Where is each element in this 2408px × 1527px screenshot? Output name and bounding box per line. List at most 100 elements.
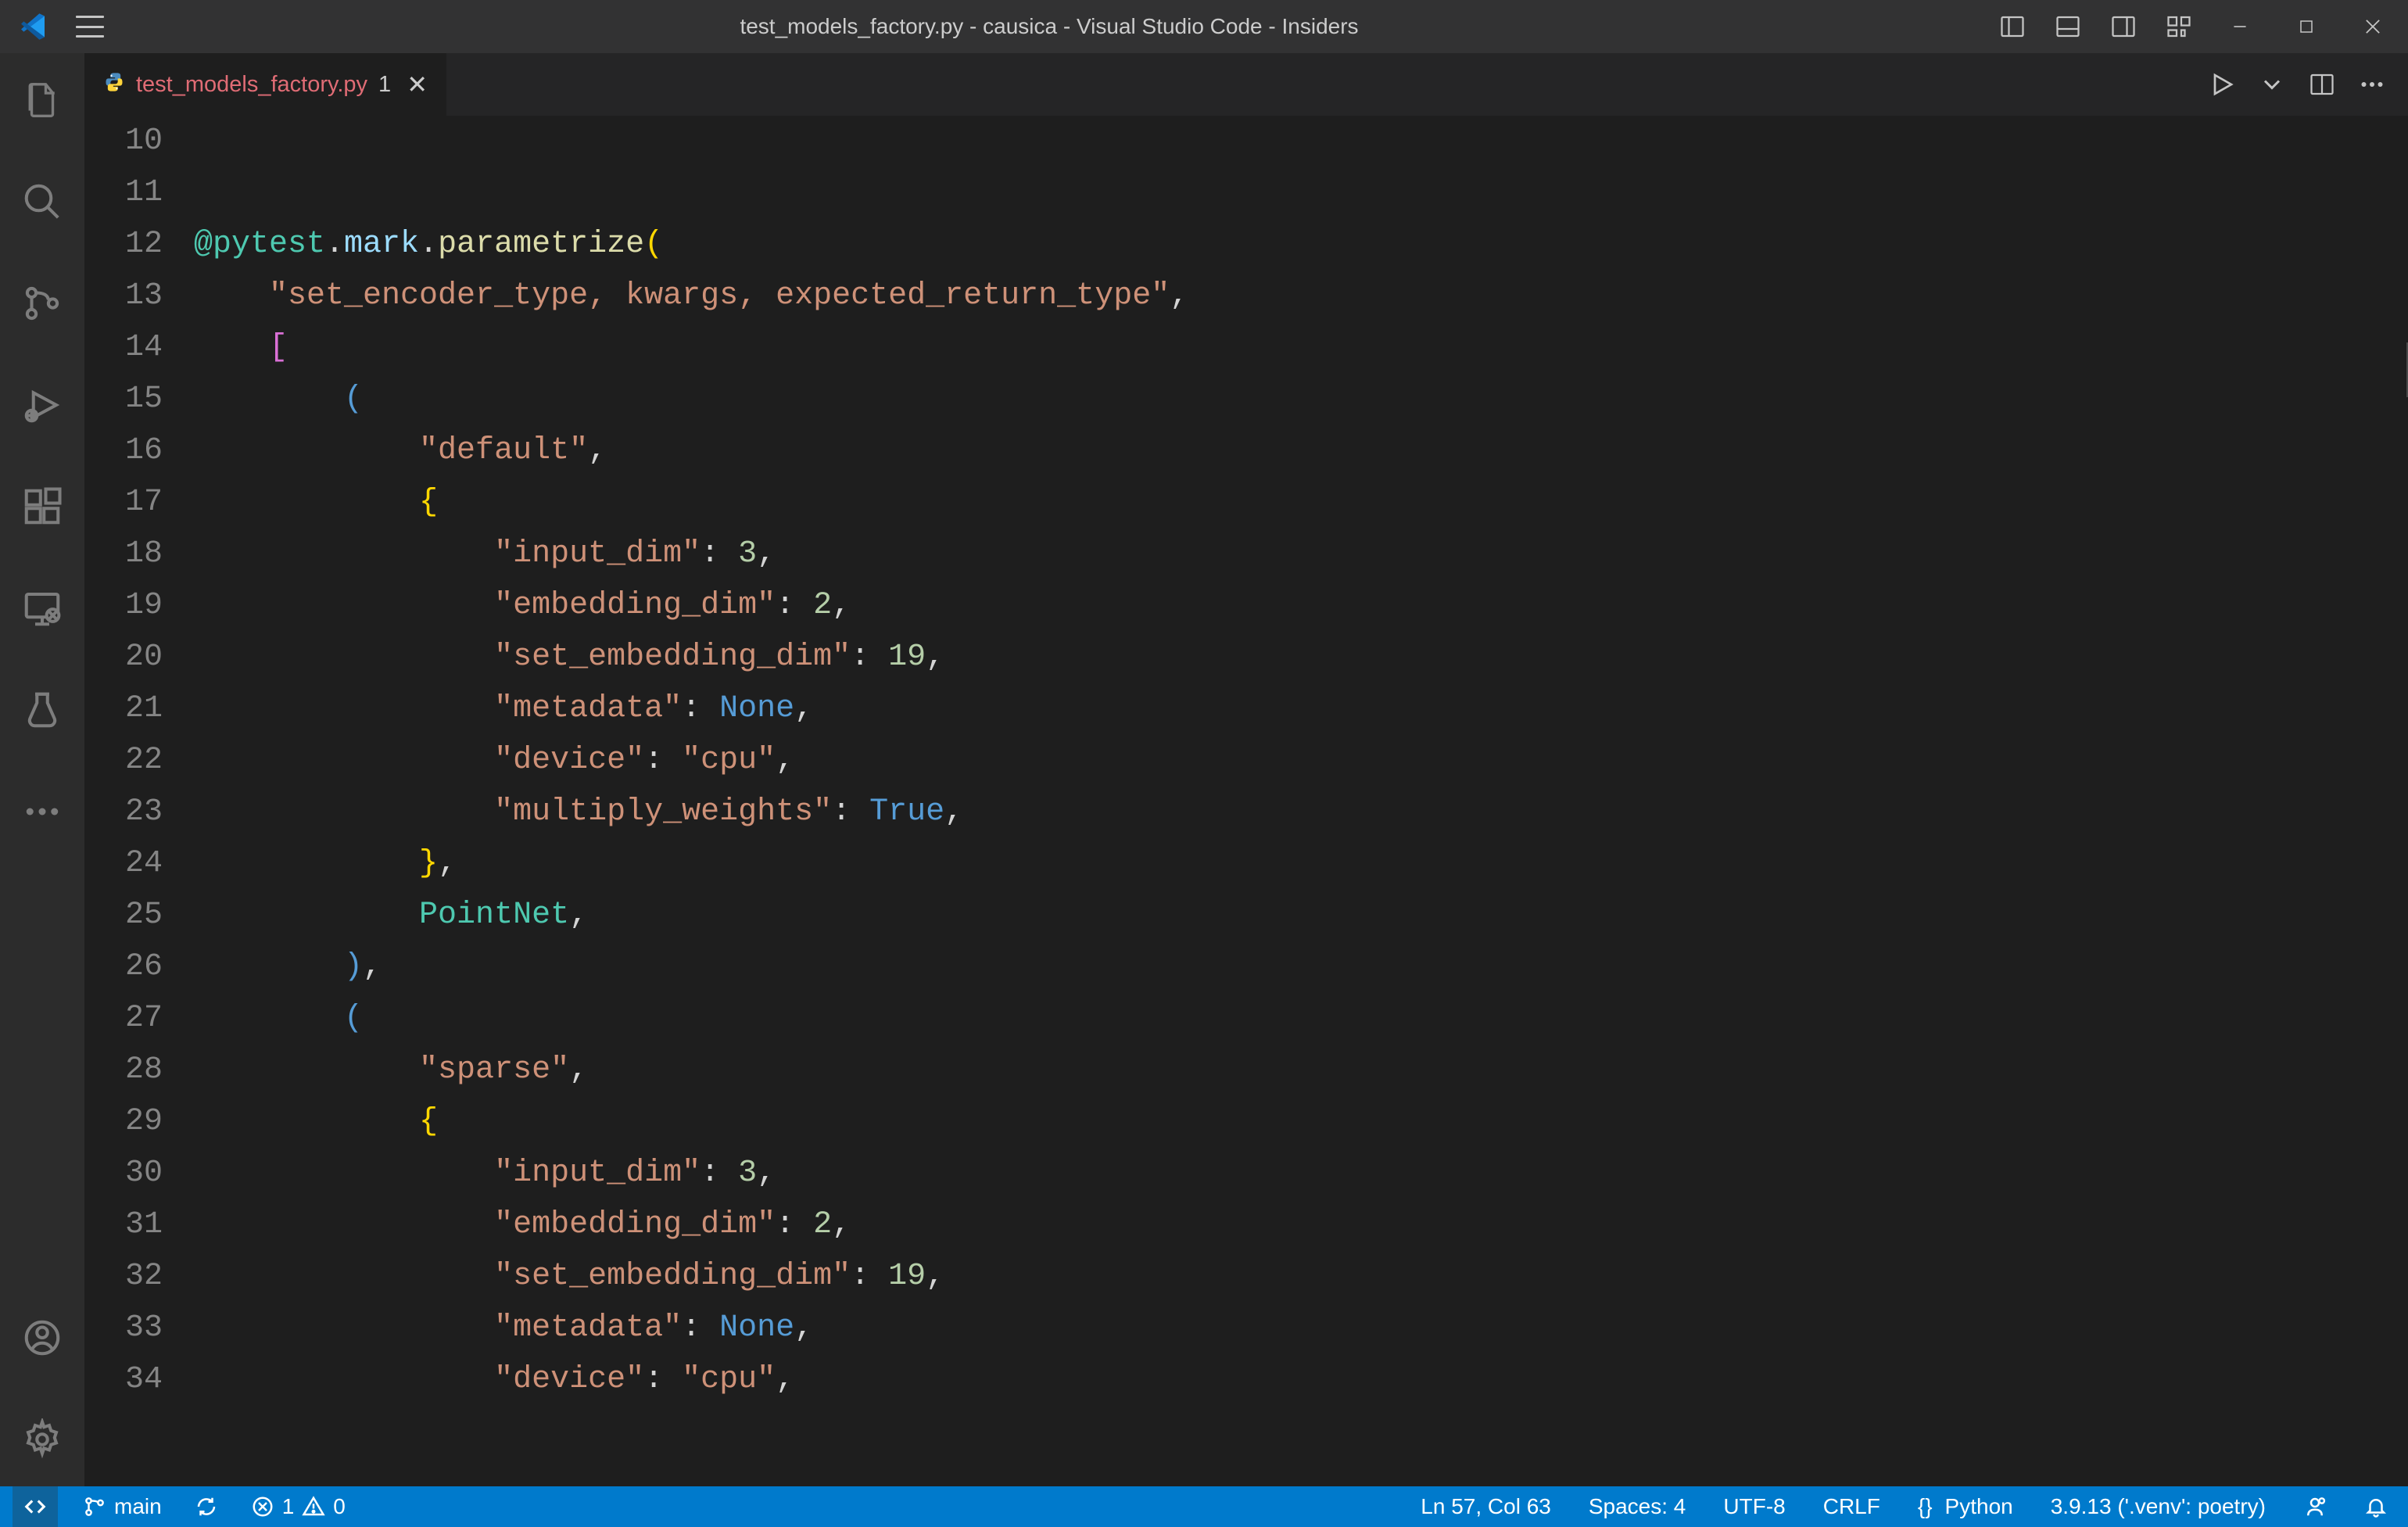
vscode-logo-icon: [17, 11, 48, 42]
line-number: 30: [84, 1148, 163, 1199]
code-line[interactable]: "metadata": None,: [194, 1303, 2259, 1354]
line-number: 10: [84, 116, 163, 167]
run-debug-icon[interactable]: [0, 366, 84, 444]
line-number: 21: [84, 683, 163, 735]
line-number: 31: [84, 1199, 163, 1251]
python-file-icon: [103, 71, 125, 99]
code-area[interactable]: 1011121314151617181920212223242526272829…: [84, 116, 2259, 1486]
code-line[interactable]: "set_embedding_dim": 19,: [194, 1251, 2259, 1303]
tab-active[interactable]: test_models_factory.py 1 ✕: [84, 53, 447, 116]
status-left: main 1 0: [13, 1486, 353, 1527]
code-line[interactable]: "device": "cpu",: [194, 735, 2259, 787]
line-number: 12: [84, 219, 163, 271]
code-line[interactable]: "input_dim": 3,: [194, 1148, 2259, 1199]
status-feedback-icon[interactable]: [2295, 1486, 2335, 1527]
status-eol[interactable]: CRLF: [1815, 1486, 1888, 1527]
layout-left-icon[interactable]: [1994, 9, 2030, 45]
code-line[interactable]: {: [194, 477, 2259, 529]
code-line[interactable]: "metadata": None,: [194, 683, 2259, 735]
editor-more-icon[interactable]: [2358, 70, 2386, 99]
line-number: 34: [84, 1354, 163, 1406]
menu-icon[interactable]: [76, 16, 104, 38]
more-icon[interactable]: [0, 772, 84, 851]
title-bar: test_models_factory.py - causica - Visua…: [0, 0, 2408, 53]
line-number: 28: [84, 1045, 163, 1096]
remote-indicator-icon[interactable]: [13, 1486, 58, 1527]
code-line[interactable]: {: [194, 1096, 2259, 1148]
line-number: 13: [84, 271, 163, 322]
split-editor-icon[interactable]: [2308, 70, 2336, 99]
tabs-bar: test_models_factory.py 1 ✕: [84, 53, 2408, 116]
window-maximize-icon[interactable]: [2283, 7, 2330, 46]
status-bar: main 1 0 Ln 57, Col 63 Spaces: 4 UTF-8 C…: [0, 1486, 2408, 1527]
line-number-gutter: 1011121314151617181920212223242526272829…: [84, 116, 194, 1486]
code-content[interactable]: @pytest.mark.parametrize( "set_encoder_t…: [194, 116, 2259, 1486]
remote-explorer-icon[interactable]: [0, 569, 84, 647]
line-number: 24: [84, 838, 163, 890]
tab-close-icon[interactable]: ✕: [407, 70, 428, 99]
main-container: test_models_factory.py 1 ✕: [0, 53, 2408, 1486]
tab-filename: test_models_factory.py: [136, 72, 367, 98]
status-cursor[interactable]: Ln 57, Col 63: [1413, 1486, 1559, 1527]
code-line[interactable]: "embedding_dim": 2,: [194, 580, 2259, 632]
code-line[interactable]: [194, 116, 2259, 167]
run-dropdown-icon[interactable]: [2258, 70, 2286, 99]
status-sync-icon[interactable]: [187, 1486, 226, 1527]
status-spaces[interactable]: Spaces: 4: [1581, 1486, 1694, 1527]
code-line[interactable]: "input_dim": 3,: [194, 529, 2259, 580]
code-line[interactable]: @pytest.mark.parametrize(: [194, 219, 2259, 271]
title-bar-left: [8, 11, 104, 42]
code-line[interactable]: ),: [194, 941, 2259, 993]
line-number: 27: [84, 993, 163, 1045]
editor-container: test_models_factory.py 1 ✕: [84, 53, 2408, 1486]
code-line[interactable]: [194, 167, 2259, 219]
extensions-icon[interactable]: [0, 468, 84, 546]
line-number: 22: [84, 735, 163, 787]
code-line[interactable]: [: [194, 322, 2259, 374]
tabs-left: test_models_factory.py 1 ✕: [84, 53, 447, 116]
line-number: 17: [84, 477, 163, 529]
status-encoding[interactable]: UTF-8: [1715, 1486, 1793, 1527]
code-line[interactable]: "multiply_weights": True,: [194, 787, 2259, 838]
layout-customize-icon[interactable]: [2161, 9, 2197, 45]
status-language[interactable]: {} Python: [1910, 1486, 2021, 1527]
settings-gear-icon[interactable]: [0, 1400, 84, 1479]
status-errors-count: 1: [282, 1494, 295, 1519]
line-number: 20: [84, 632, 163, 683]
code-line[interactable]: "device": "cpu",: [194, 1354, 2259, 1406]
window-close-icon[interactable]: [2349, 7, 2396, 46]
code-line[interactable]: (: [194, 993, 2259, 1045]
line-number: 19: [84, 580, 163, 632]
testing-icon[interactable]: [0, 671, 84, 749]
status-right: Ln 57, Col 63 Spaces: 4 UTF-8 CRLF {} Py…: [1413, 1486, 2395, 1527]
code-line[interactable]: },: [194, 838, 2259, 890]
explorer-icon[interactable]: [0, 61, 84, 139]
minimap[interactable]: [2259, 116, 2408, 1486]
code-line[interactable]: PointNet,: [194, 890, 2259, 941]
status-interpreter[interactable]: 3.9.13 ('.venv': poetry): [2043, 1486, 2274, 1527]
source-control-icon[interactable]: [0, 264, 84, 342]
line-number: 16: [84, 425, 163, 477]
code-line[interactable]: "sparse",: [194, 1045, 2259, 1096]
line-number: 29: [84, 1096, 163, 1148]
status-warnings-count: 0: [333, 1494, 346, 1519]
search-icon[interactable]: [0, 163, 84, 241]
status-branch[interactable]: main: [75, 1486, 170, 1527]
status-problems[interactable]: 1 0: [243, 1486, 353, 1527]
editor-area: 1011121314151617181920212223242526272829…: [84, 116, 2408, 1486]
activity-bar-top: [0, 61, 84, 851]
window-title: test_models_factory.py - causica - Visua…: [104, 14, 1994, 39]
run-file-icon[interactable]: [2208, 70, 2236, 99]
code-line[interactable]: "set_embedding_dim": 19,: [194, 632, 2259, 683]
window-minimize-icon[interactable]: [2216, 7, 2263, 46]
code-line[interactable]: "default",: [194, 425, 2259, 477]
line-number: 14: [84, 322, 163, 374]
accounts-icon[interactable]: [0, 1299, 84, 1377]
title-bar-right: [1994, 7, 2400, 46]
layout-right-icon[interactable]: [2105, 9, 2141, 45]
code-line[interactable]: "embedding_dim": 2,: [194, 1199, 2259, 1251]
status-bell-icon[interactable]: [2356, 1486, 2395, 1527]
code-line[interactable]: (: [194, 374, 2259, 425]
code-line[interactable]: "set_encoder_type, kwargs, expected_retu…: [194, 271, 2259, 322]
layout-bottom-icon[interactable]: [2050, 9, 2086, 45]
